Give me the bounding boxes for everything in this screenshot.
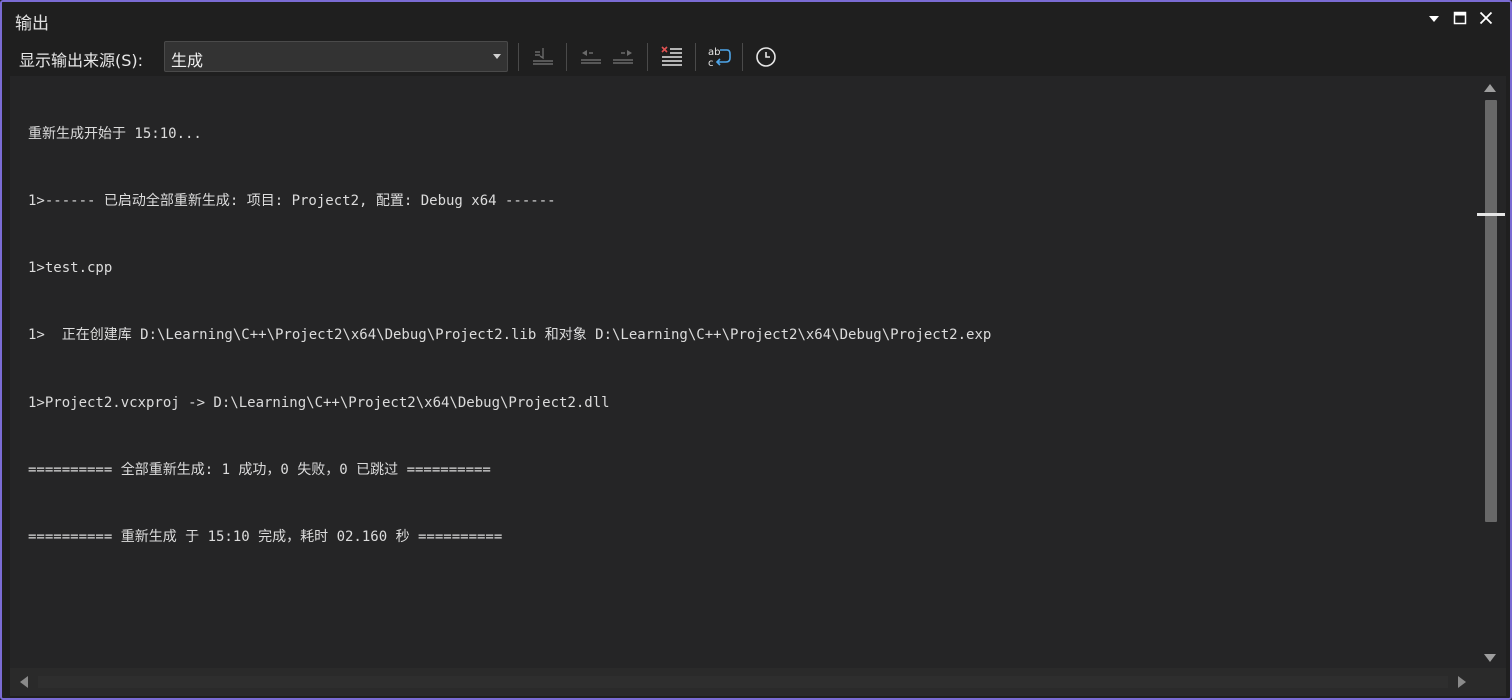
output-source-dropdown[interactable]: 生成	[164, 41, 508, 72]
previous-message-button[interactable]	[577, 44, 605, 70]
svg-text:c: c	[708, 58, 714, 69]
toolbar-separator	[647, 43, 648, 71]
output-line: 重新生成开始于 15:10...	[28, 125, 202, 142]
dropdown-arrow-icon	[493, 54, 501, 59]
scroll-left-arrow-icon[interactable]	[20, 676, 28, 688]
output-source-value: 生成	[171, 51, 204, 70]
maximize-button[interactable]	[1448, 8, 1472, 30]
horizontal-scroll-thumb[interactable]	[38, 676, 1448, 688]
toolbar-separator	[566, 43, 567, 71]
output-line: ========== 全部重新生成: 1 成功，0 失败，0 已跳过 =====…	[28, 461, 491, 478]
chevron-down-icon	[1422, 8, 1446, 30]
scroll-position-marker	[1477, 213, 1505, 216]
timestamp-clock-icon	[752, 44, 780, 70]
toggle-word-wrap-icon: ab c	[705, 44, 733, 70]
horizontal-scrollbar[interactable]	[10, 668, 1476, 696]
output-text-area[interactable]: 重新生成开始于 15:10... 1>------ 已启动全部重新生成: 项目:…	[10, 76, 1476, 668]
next-message-icon	[609, 44, 637, 70]
toolbar-separator	[742, 43, 743, 71]
go-to-line-button[interactable]	[529, 44, 557, 70]
left-edge	[2, 38, 10, 668]
clear-all-icon	[658, 44, 686, 70]
scroll-up-arrow-icon[interactable]	[1484, 84, 1496, 92]
timestamp-button[interactable]	[752, 44, 780, 70]
output-line: 1>Project2.vcxproj -> D:\Learning\C++\Pr…	[28, 394, 610, 411]
toolbar-separator	[695, 43, 696, 71]
output-lines: 重新生成开始于 15:10... 1>------ 已启动全部重新生成: 项目:…	[28, 78, 991, 593]
close-button[interactable]	[1474, 8, 1498, 30]
next-message-button[interactable]	[609, 44, 637, 70]
scroll-down-arrow-icon[interactable]	[1484, 654, 1496, 662]
close-icon	[1474, 8, 1498, 30]
previous-message-icon	[577, 44, 605, 70]
title-bar: 输出	[2, 2, 1510, 38]
clear-all-button[interactable]	[658, 44, 686, 70]
output-line: 1> 正在创建库 D:\Learning\C++\Project2\x64\De…	[28, 327, 992, 344]
output-toolbar: 显示输出来源(S): 生成 ab c	[2, 38, 1510, 76]
vertical-scroll-thumb[interactable]	[1485, 100, 1497, 522]
output-line: 1>test.cpp	[28, 260, 113, 277]
maximize-icon	[1448, 8, 1472, 30]
scrollbar-corner	[1476, 668, 1506, 696]
go-to-line-icon	[529, 44, 557, 70]
toolbar-separator	[518, 43, 519, 71]
window-title: 输出	[15, 14, 49, 34]
vertical-scrollbar[interactable]	[1476, 76, 1506, 668]
scroll-right-arrow-icon[interactable]	[1458, 676, 1466, 688]
svg-text:ab: ab	[708, 47, 720, 58]
output-window: 输出 显示输出来源(S): 生成 ab c 重新生成开始于 15:10... 1…	[0, 0, 1512, 700]
toggle-word-wrap-button[interactable]: ab c	[705, 44, 733, 70]
output-line: 1>------ 已启动全部重新生成: 项目: Project2, 配置: De…	[28, 193, 556, 210]
output-line: ========== 重新生成 于 15:10 完成，耗时 02.160 秒 =…	[28, 529, 503, 546]
show-output-from-label: 显示输出来源(S):	[19, 51, 144, 70]
window-options-button[interactable]	[1422, 8, 1446, 30]
